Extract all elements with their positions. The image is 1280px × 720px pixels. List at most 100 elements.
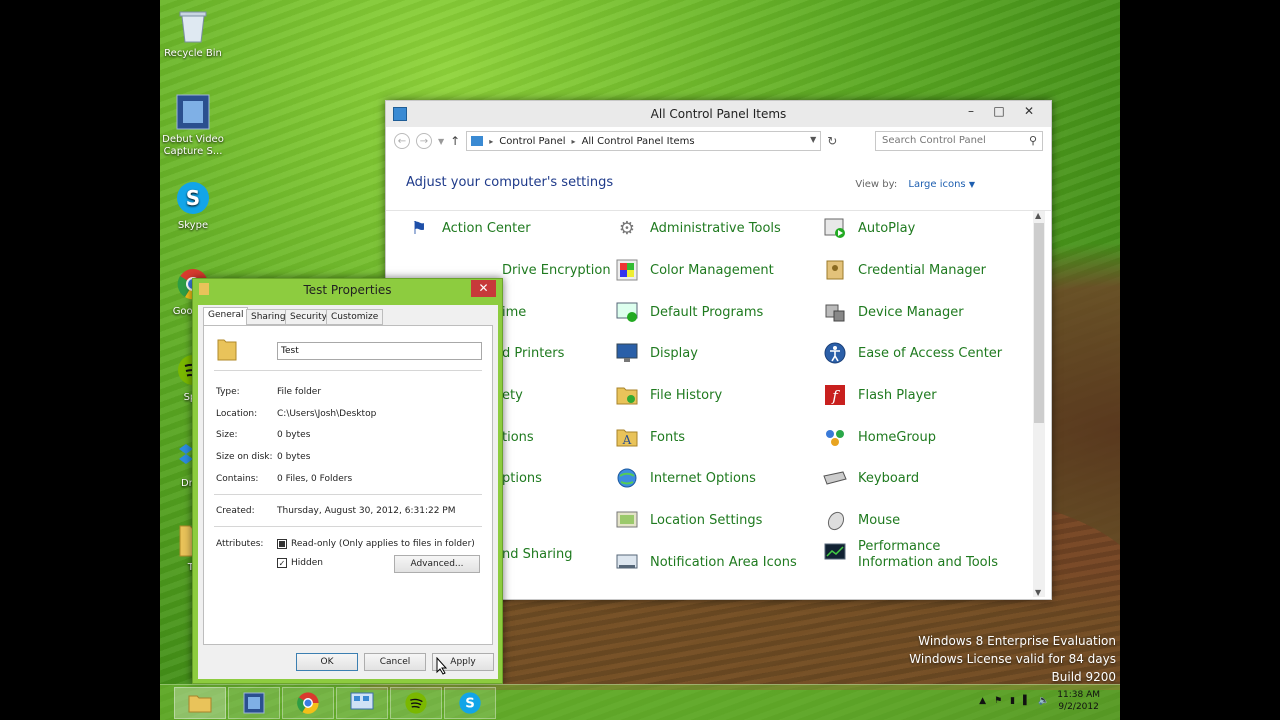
back-button[interactable]: ← bbox=[394, 133, 410, 149]
desktop-icon-debut[interactable]: Debut Video Capture S... bbox=[160, 92, 226, 158]
size-on-disk-label: Size on disk: bbox=[216, 452, 273, 462]
breadcrumb-all-items[interactable]: All Control Panel Items bbox=[582, 136, 695, 147]
size-label: Size: bbox=[216, 430, 238, 440]
cp-item-devices-printers[interactable]: d Printers bbox=[502, 338, 564, 368]
ok-button[interactable]: OK bbox=[296, 653, 358, 671]
taskbar-control-panel[interactable] bbox=[336, 687, 388, 719]
control-panel-titlebar[interactable]: All Control Panel Items – □ ✕ bbox=[386, 101, 1051, 127]
tab-general[interactable]: General bbox=[203, 307, 249, 325]
cp-item-homegroup[interactable]: HomeGroup bbox=[822, 422, 936, 452]
recent-locations-icon[interactable]: ▼ bbox=[438, 137, 444, 146]
cp-item-fonts[interactable]: A Fonts bbox=[614, 422, 685, 452]
show-hidden-icons-icon[interactable]: ▲ bbox=[979, 696, 986, 706]
readonly-checkbox[interactable]: Read-only (Only applies to files in fold… bbox=[277, 539, 475, 549]
notification-icon bbox=[614, 549, 640, 575]
address-dropdown-icon[interactable]: ▼ bbox=[810, 135, 816, 144]
cp-item-family-safety[interactable]: ety bbox=[502, 380, 523, 410]
scroll-up-icon[interactable]: ▲ bbox=[1035, 211, 1041, 220]
navigation-bar: ← → ▼ ↑ ▸ Control Panel ▸ All Control Pa… bbox=[386, 127, 1051, 155]
action-center-flag-icon[interactable]: ⚑ bbox=[994, 696, 1002, 706]
cp-item-flash-player[interactable]: f Flash Player bbox=[822, 380, 937, 410]
properties-titlebar[interactable]: Test Properties ✕ bbox=[193, 279, 502, 301]
cp-item-indexing-options[interactable]: ptions bbox=[502, 463, 542, 493]
search-icon[interactable]: ⚲ bbox=[1029, 134, 1037, 147]
refresh-icon[interactable]: ↻ bbox=[827, 134, 837, 148]
cp-item-notification-area-icons[interactable]: Notification Area Icons bbox=[614, 547, 797, 577]
cp-item-credential-manager[interactable]: Credential Manager bbox=[822, 255, 986, 285]
taskbar-skype[interactable]: S bbox=[444, 687, 496, 719]
taskbar-explorer[interactable] bbox=[174, 687, 226, 719]
cp-item-label: Device Manager bbox=[858, 304, 964, 320]
cancel-button[interactable]: Cancel bbox=[364, 653, 426, 671]
close-button[interactable]: ✕ bbox=[1015, 101, 1043, 121]
cp-item-display[interactable]: Display bbox=[614, 338, 698, 368]
hidden-checkbox[interactable]: ✓ Hidden bbox=[277, 558, 323, 568]
tab-sharing[interactable]: Sharing bbox=[246, 309, 291, 325]
cp-item-device-manager[interactable]: Device Manager bbox=[822, 297, 964, 327]
cp-item-autoplay[interactable]: AutoPlay bbox=[822, 213, 915, 243]
cp-item-date-time[interactable]: ime bbox=[502, 297, 526, 327]
flash-icon: f bbox=[822, 382, 848, 408]
battery-icon[interactable]: ▮ bbox=[1010, 696, 1015, 706]
cp-item-internet-options[interactable]: Internet Options bbox=[614, 463, 756, 493]
cp-item-administrative-tools[interactable]: ⚙ Administrative Tools bbox=[614, 213, 781, 243]
cp-item-performance[interactable]: Performance Information and Tools bbox=[822, 539, 1008, 570]
tab-security[interactable]: Security bbox=[285, 309, 332, 325]
search-input[interactable]: Search Control Panel ⚲ bbox=[875, 131, 1043, 151]
watermark-line2: Windows License valid for 84 days bbox=[909, 652, 1116, 666]
volume-icon[interactable]: 🔈 bbox=[1038, 696, 1049, 706]
desktop-icon-recycle-bin[interactable]: Recycle Bin bbox=[160, 6, 226, 60]
network-icon[interactable]: ▌ bbox=[1023, 696, 1030, 706]
cp-item-drive-encryption[interactable]: Drive Encryption bbox=[502, 255, 611, 285]
view-by: View by: Large icons ▼ bbox=[855, 179, 975, 190]
folder-name-input[interactable]: Test bbox=[277, 342, 482, 360]
created-value: Thursday, August 30, 2012, 6:31:22 PM bbox=[277, 506, 456, 516]
recycle-bin-icon bbox=[173, 6, 213, 46]
file-history-icon bbox=[614, 382, 640, 408]
forward-button[interactable]: → bbox=[416, 133, 432, 149]
breadcrumb-control-panel[interactable]: Control Panel bbox=[499, 136, 565, 147]
taskbar-debut[interactable] bbox=[228, 687, 280, 719]
taskbar-spotify[interactable] bbox=[390, 687, 442, 719]
view-by-dropdown[interactable]: Large icons bbox=[908, 179, 965, 190]
performance-icon bbox=[822, 539, 848, 565]
indeterminate-checkbox-icon[interactable] bbox=[277, 539, 287, 549]
minimize-button[interactable]: – bbox=[957, 101, 985, 121]
checkmark-icon[interactable]: ✓ bbox=[277, 558, 287, 568]
taskbar-chrome[interactable] bbox=[282, 687, 334, 719]
color-icon bbox=[614, 257, 640, 283]
desktop-icon-label: Skype bbox=[177, 220, 209, 231]
general-tab-panel: Test Type: File folder Location: C:\User… bbox=[203, 325, 493, 645]
control-panel-small-icon bbox=[471, 136, 484, 146]
cp-item-label: Drive Encryption bbox=[502, 262, 611, 278]
folder-icon bbox=[199, 283, 209, 295]
page-heading: Adjust your computer's settings bbox=[406, 175, 614, 190]
desktop-icon-label: Debut Video Capture S... bbox=[162, 134, 224, 157]
desktop-icon-skype[interactable]: S Skype bbox=[160, 178, 226, 232]
cp-item-label: AutoPlay bbox=[858, 220, 916, 236]
address-bar[interactable]: ▸ Control Panel ▸ All Control Panel Item… bbox=[466, 131, 822, 151]
attributes-label: Attributes: bbox=[216, 539, 264, 549]
up-arrow-icon[interactable]: ↑ bbox=[450, 134, 460, 148]
maximize-button[interactable]: □ bbox=[985, 101, 1013, 121]
cp-item-location-settings[interactable]: Location Settings bbox=[614, 505, 762, 535]
cp-item-ease-of-access[interactable]: Ease of Access Center bbox=[822, 338, 1002, 368]
cp-item-folder-options[interactable]: tions bbox=[502, 422, 534, 452]
advanced-button[interactable]: Advanced... bbox=[394, 555, 480, 573]
tab-customize[interactable]: Customize bbox=[326, 309, 384, 325]
scroll-down-icon[interactable]: ▼ bbox=[1035, 588, 1041, 597]
cp-item-default-programs[interactable]: Default Programs bbox=[614, 297, 763, 327]
vertical-scrollbar[interactable]: ▲ ▼ bbox=[1033, 211, 1045, 597]
close-button[interactable]: ✕ bbox=[471, 280, 496, 297]
cp-item-label: d Printers bbox=[502, 345, 565, 361]
cp-item-action-center[interactable]: ⚑ Action Center bbox=[406, 213, 531, 243]
cp-item-file-history[interactable]: File History bbox=[614, 380, 722, 410]
cp-item-mouse[interactable]: Mouse bbox=[822, 505, 900, 535]
cp-item-label: Credential Manager bbox=[858, 262, 987, 278]
cp-item-keyboard[interactable]: Keyboard bbox=[822, 463, 919, 493]
chevron-down-icon[interactable]: ▼ bbox=[969, 180, 975, 189]
cp-item-network-sharing[interactable]: nd Sharing bbox=[502, 539, 573, 569]
clock[interactable]: 11:38 AM 9/2/2012 bbox=[1057, 689, 1100, 713]
scrollbar-thumb[interactable] bbox=[1034, 223, 1044, 423]
cp-item-color-management[interactable]: Color Management bbox=[614, 255, 774, 285]
